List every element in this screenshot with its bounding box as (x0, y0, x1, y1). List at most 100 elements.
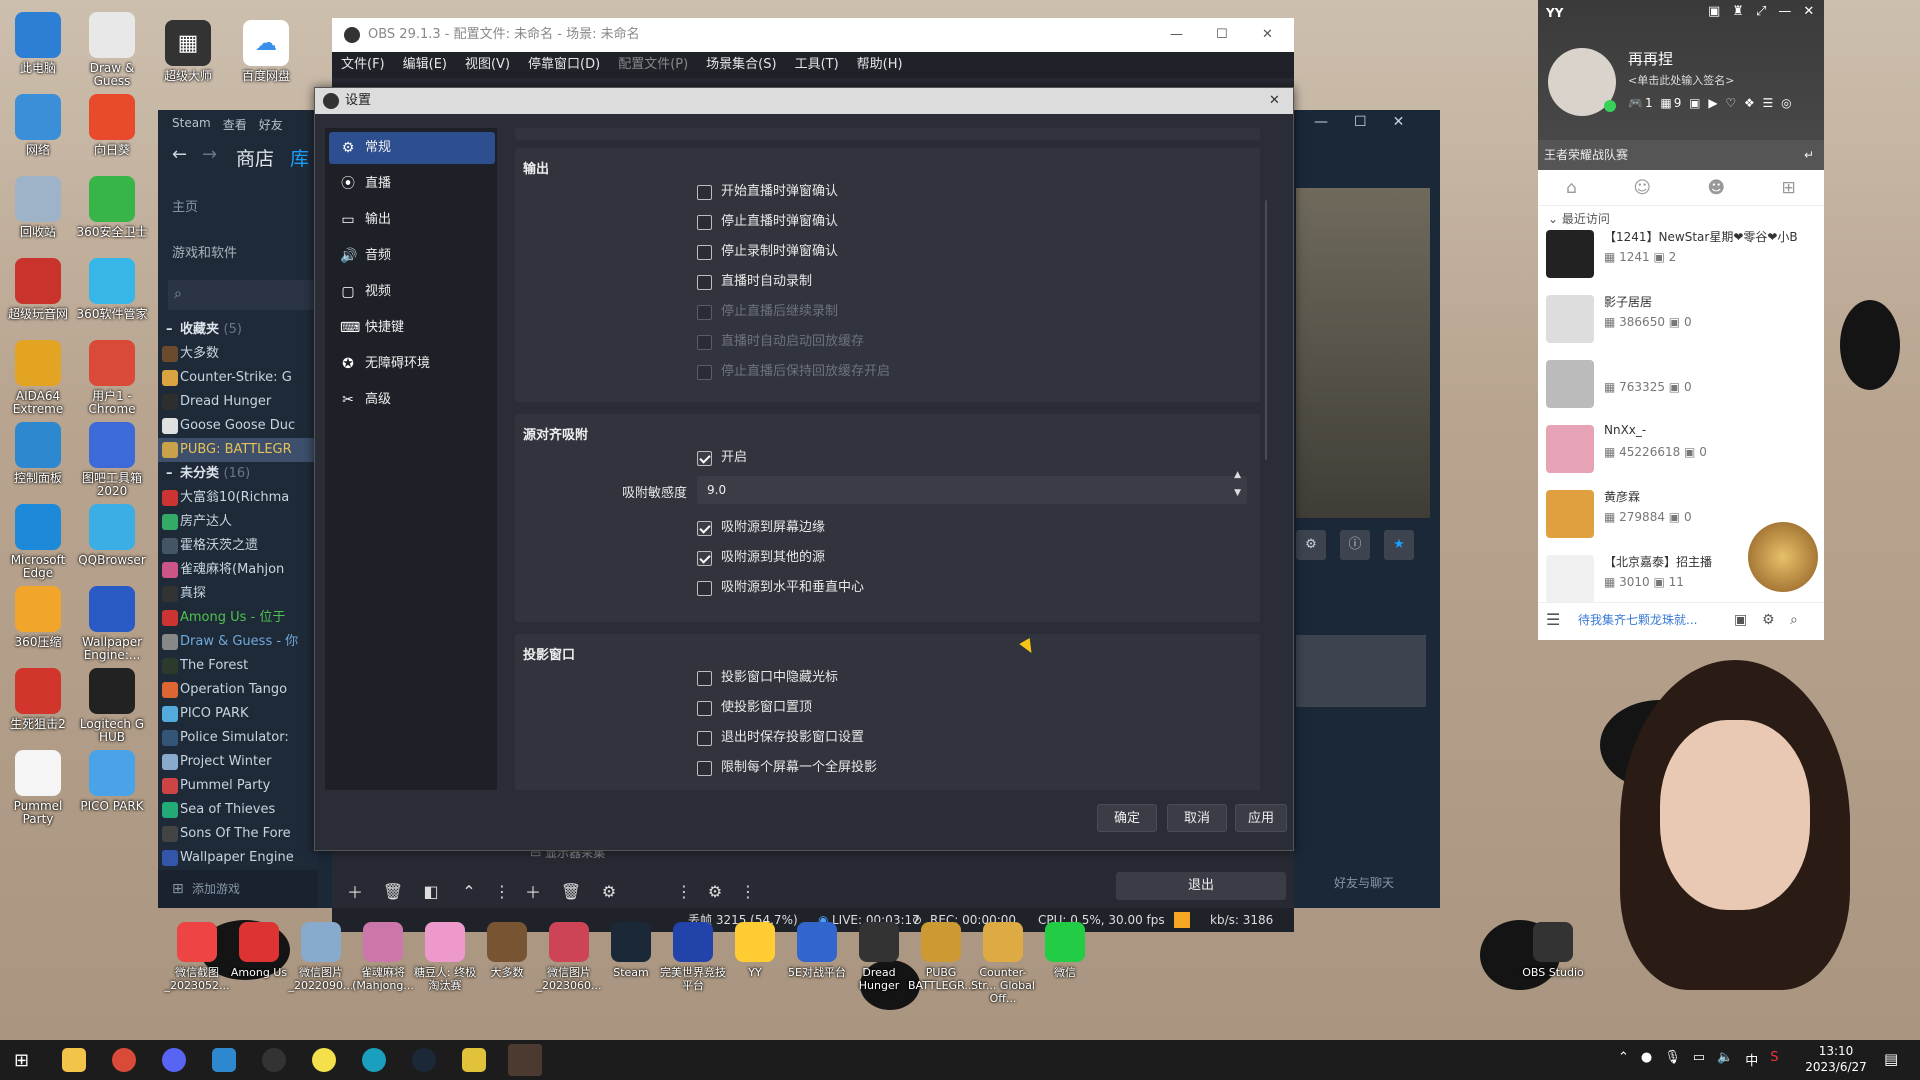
steam-game-item[interactable]: 霍格沃茨之遗 (158, 534, 318, 558)
gaming-app-icon[interactable] (362, 1048, 386, 1072)
menu-scene-collection[interactable]: 场景集合(S) (697, 52, 785, 78)
desktop-shortcut[interactable]: OBS Studio (1520, 920, 1586, 979)
yy-username[interactable]: 再再捏 (1628, 48, 1673, 69)
desktop-icon[interactable]: AIDA64 Extreme (0, 338, 76, 416)
steam-game-item[interactable]: Police Simulator: (158, 726, 318, 750)
ok-button[interactable]: 确定 (1097, 804, 1157, 832)
settings-checkbox[interactable]: 退出时保存投影窗口设置 (697, 728, 864, 748)
file-explorer-icon[interactable] (62, 1048, 86, 1072)
close-icon[interactable]: ✕ (1393, 114, 1405, 134)
yy-signature[interactable]: <单击此处输入签名> (1628, 72, 1734, 88)
desktop-shortcut[interactable]: 5E对战平台 (784, 920, 850, 979)
desktop-shortcut[interactable]: 大多数 (474, 920, 540, 979)
contact-icon[interactable]: ☺ (1633, 178, 1651, 198)
desktop-icon[interactable]: 超级玩音网 (0, 256, 76, 321)
steam-search[interactable]: ⌕ (168, 280, 318, 310)
steam-icon[interactable] (412, 1048, 436, 1072)
close-icon[interactable]: ✕ (1269, 88, 1280, 114)
steam-nav-store[interactable]: 商店 (236, 144, 274, 171)
menu-tools[interactable]: 工具(T) (786, 52, 848, 78)
maximize-icon[interactable]: ☐ (1216, 18, 1228, 52)
steam-menu-steam[interactable]: Steam (172, 116, 211, 133)
spin-down-icon[interactable]: ▼ (1234, 488, 1241, 499)
cancel-button[interactable]: 取消 (1167, 804, 1227, 832)
steam-game-item[interactable]: Among Us - 位于 (158, 606, 318, 630)
yy-recent-item[interactable]: 【1241】NewStar星期❤零谷❤小B ▦ 1241 ▣ 2 (1546, 226, 1816, 284)
desktop-icon[interactable]: 360安全卫士 (74, 174, 150, 239)
desktop-icon[interactable]: QQBrowser (74, 502, 150, 567)
volume-icon[interactable]: 🔈 (1717, 1050, 1733, 1069)
filter-icon[interactable]: ◧ (418, 882, 444, 901)
desktop-shortcut[interactable]: PUBG BATTLEGR... (908, 920, 975, 992)
more-icon[interactable]: ⋮ (740, 882, 756, 901)
settings-checkbox[interactable]: 停止直播后继续录制 (697, 302, 838, 322)
minimize-icon[interactable]: — (1170, 18, 1183, 52)
ime-indicator[interactable]: 中 (1745, 1050, 1758, 1069)
search-icon[interactable]: ⌕ (1790, 603, 1798, 637)
desktop-icon[interactable]: ▦ 超级大师 (150, 18, 226, 83)
desktop-icon[interactable]: 回收站 (0, 174, 76, 239)
menu-icon[interactable]: ☰ (1546, 603, 1560, 637)
steam-game-item[interactable]: Draw & Guess - 你 (158, 630, 318, 654)
settings-nav-item[interactable]: ⌨ 快捷键 (329, 312, 495, 344)
network-icon[interactable]: ▭ (1693, 1050, 1705, 1069)
forward-arrow-icon[interactable]: → (202, 144, 217, 165)
desktop-icon[interactable]: 360软件管家 (74, 256, 150, 321)
desktop-icon[interactable]: Draw & Guess (74, 10, 150, 88)
yy-recent-item[interactable]: ▦ 763325 ▣ 0 (1546, 356, 1816, 414)
close-icon[interactable]: ✕ (1803, 4, 1814, 19)
trash-icon[interactable]: 🗑 (380, 882, 406, 901)
steam-game-item[interactable]: Sons Of The Fore (158, 822, 318, 846)
maximize-icon[interactable]: ☐ (1354, 114, 1367, 134)
spin-up-icon[interactable]: ▲ (1234, 470, 1241, 481)
desktop-icon[interactable]: ☁ 百度网盘 (228, 18, 304, 83)
steam-game-item[interactable]: 大多数 (158, 342, 318, 366)
desktop-shortcut[interactable]: 微信截图_2023052... (164, 920, 230, 992)
steam-game-item[interactable]: PICO PARK (158, 702, 318, 726)
settings-icon[interactable]: ⚙ (1762, 603, 1775, 637)
scrollbar[interactable] (1265, 200, 1267, 460)
chevron-up-icon[interactable]: ⌃ (1618, 1050, 1629, 1069)
steam-games-software[interactable]: 游戏和软件 (172, 242, 237, 261)
menu-profile[interactable]: 配置文件(P) (609, 52, 697, 78)
desktop-shortcut[interactable]: 微信 (1032, 920, 1098, 979)
info-icon[interactable]: ⓘ (1340, 530, 1370, 560)
desktop-shortcut[interactable]: 糖豆人: 终极淘汰赛 (412, 920, 478, 992)
desktop-icon[interactable]: 网络 (0, 92, 76, 157)
gear-icon[interactable]: ⚙ (1296, 530, 1326, 560)
steam-game-item[interactable]: Project Winter (158, 750, 318, 774)
desktop-shortcut[interactable]: Counter-Str... Global Off... (970, 920, 1036, 1005)
steam-game-item[interactable]: PUBG: BATTLEGR (158, 438, 318, 462)
steam-game-item[interactable]: 雀魂麻将(Mahjon (158, 558, 318, 582)
desktop-shortcut[interactable]: Among Us (226, 920, 292, 979)
expand-icon[interactable]: ⤢ (1756, 4, 1766, 19)
chrome-icon[interactable] (112, 1048, 136, 1072)
desktop-icon[interactable]: Pummel Party (0, 748, 76, 826)
settings-nav-item[interactable]: ▭ 输出 (329, 204, 495, 236)
steam-game-item[interactable]: Pummel Party (158, 774, 318, 798)
menu-help[interactable]: 帮助(H) (848, 52, 912, 78)
notification-icon[interactable]: ▤ (1884, 1050, 1898, 1068)
steam-menu-view[interactable]: 查看 (223, 116, 247, 133)
minimize-icon[interactable]: — (1314, 114, 1328, 134)
favorites-header[interactable]: – 收藏夹 (5) (158, 318, 318, 342)
star-icon[interactable]: ★ (1384, 530, 1414, 560)
desktop-icon[interactable]: 图吧工具箱2020 (74, 420, 150, 498)
desktop-shortcut[interactable]: Dread Hunger (846, 920, 912, 992)
menu-docks[interactable]: 停靠窗口(D) (519, 52, 609, 78)
desktop-icon[interactable]: 用户1 - Chrome (74, 338, 150, 416)
desktop-shortcut[interactable]: Steam (598, 920, 664, 979)
settings-checkbox[interactable]: 投影窗口中隐藏光标 (697, 668, 838, 688)
steam-game-item[interactable]: 房产达人 (158, 510, 318, 534)
desktop-icon[interactable]: Microsoft Edge (0, 502, 76, 580)
desktop-icon[interactable]: PICO PARK (74, 748, 150, 813)
more-icon[interactable]: ⋮ (676, 882, 692, 901)
yy-icon[interactable] (312, 1048, 336, 1072)
settings-checkbox[interactable]: 直播时自动录制 (697, 272, 812, 292)
steam-menu-friends[interactable]: 好友 (259, 116, 283, 133)
steam-game-item[interactable]: 真探 (158, 582, 318, 606)
gear-icon[interactable]: ⚙ (596, 882, 622, 901)
shirt-icon[interactable]: ♜ (1732, 4, 1744, 19)
desktop-icon[interactable]: 向日葵 (74, 92, 150, 157)
settings-nav-item[interactable]: 🔊 音频 (329, 240, 495, 272)
